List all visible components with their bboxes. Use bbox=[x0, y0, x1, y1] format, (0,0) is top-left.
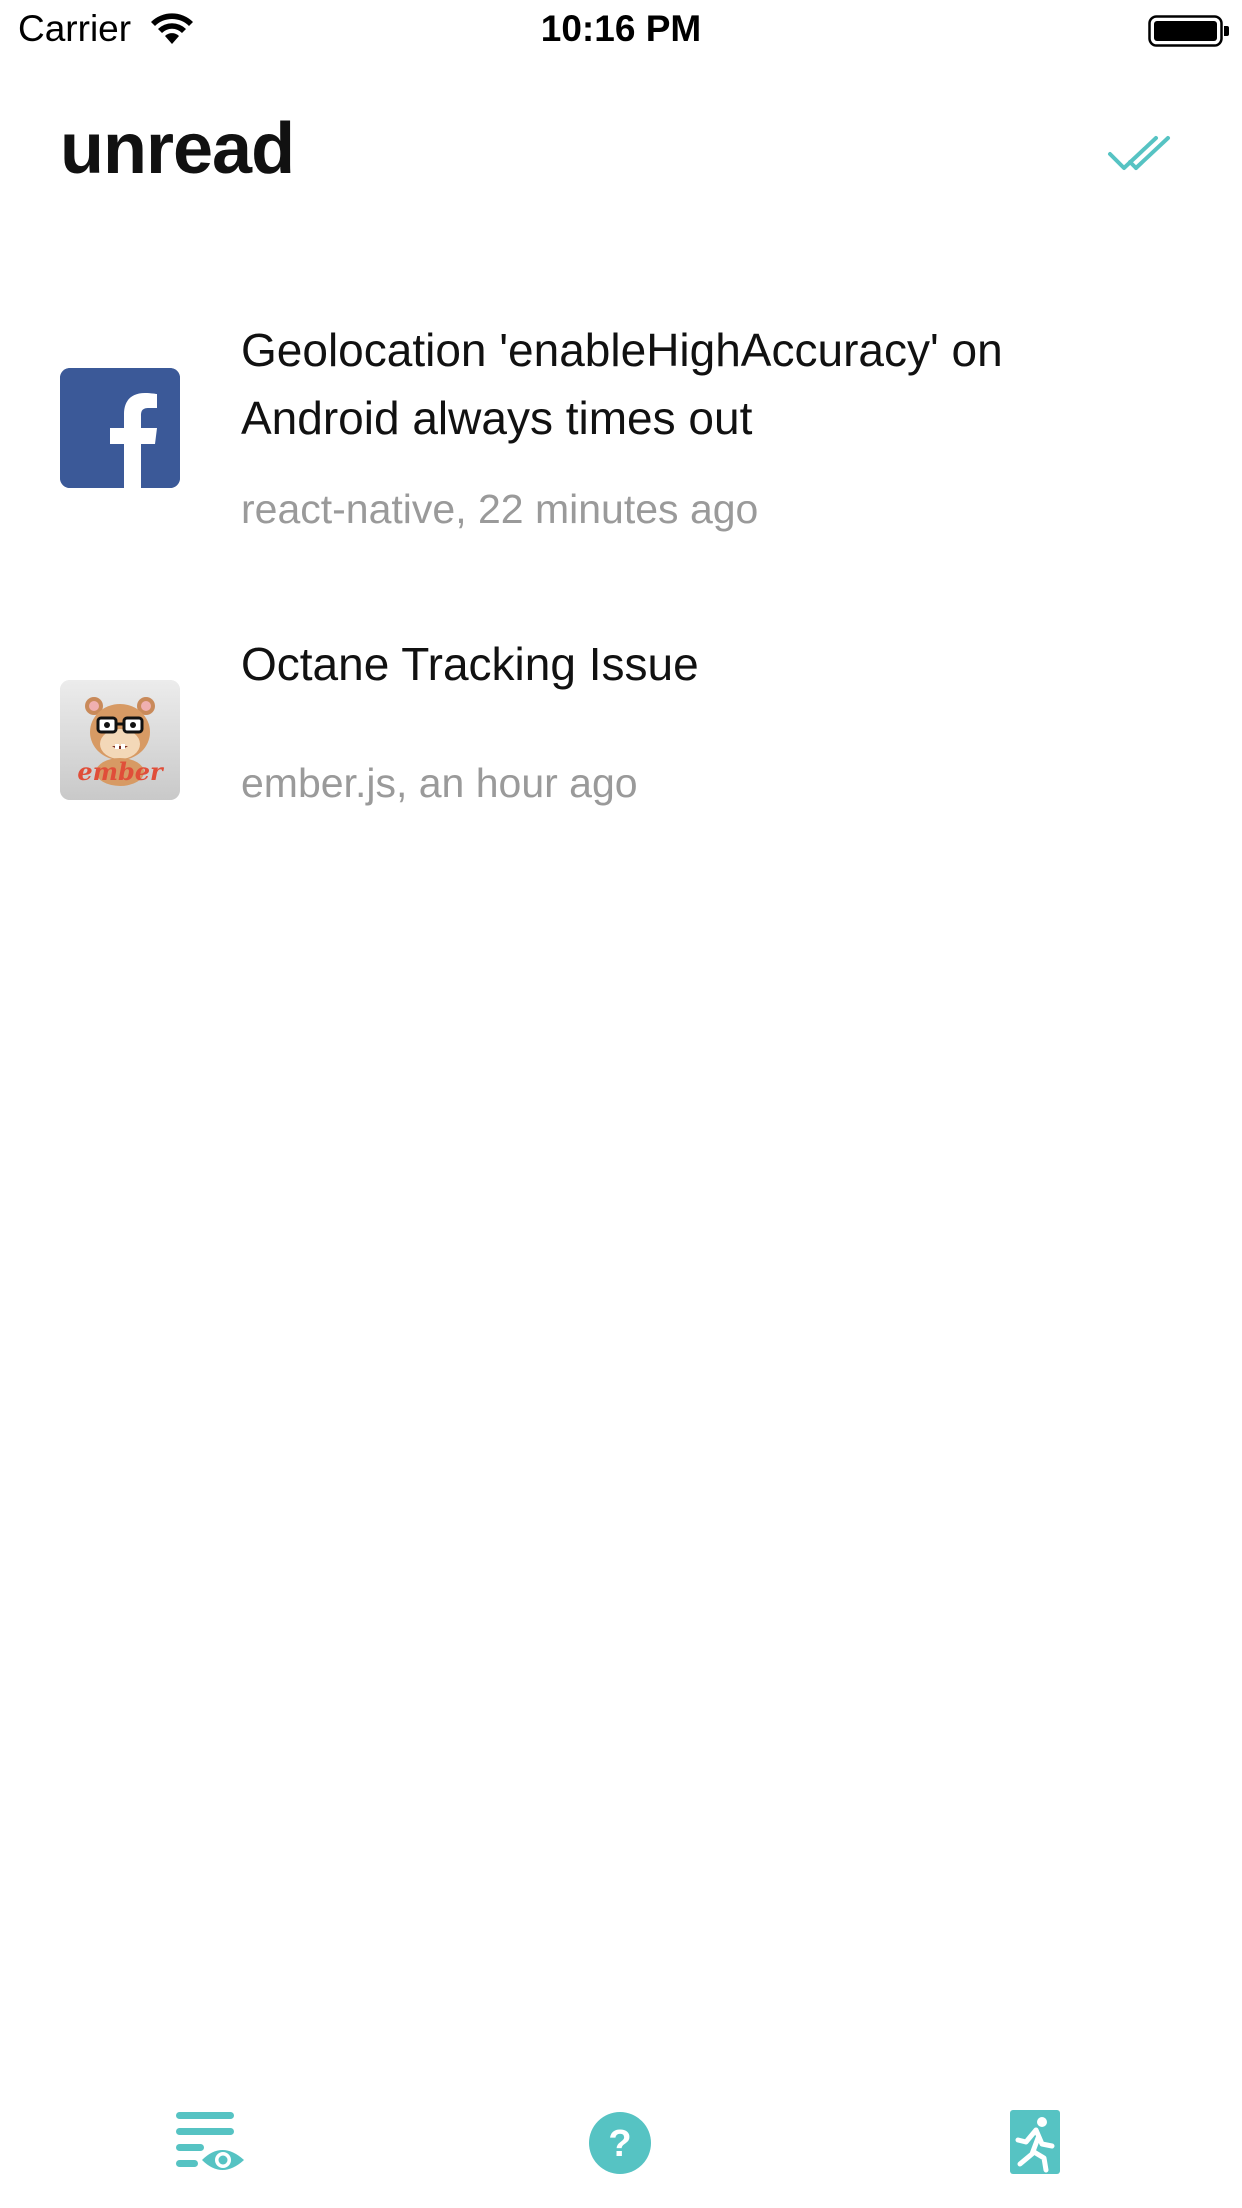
battery-icon bbox=[1148, 15, 1229, 47]
watching-list-icon[interactable] bbox=[166, 2098, 256, 2188]
notification-title: Octane Tracking Issue bbox=[241, 638, 699, 690]
notification-item[interactable]: ember Octane Tracking Issue ember.js, an… bbox=[0, 638, 1242, 860]
svg-text:ember: ember bbox=[77, 757, 165, 786]
svg-text:?: ? bbox=[608, 2123, 631, 2165]
facebook-logo-icon bbox=[60, 368, 180, 488]
status-bar: Carrier 10:16 PM bbox=[0, 0, 1242, 60]
notification-title: Geolocation 'enableHighAccuracy' on Andr… bbox=[241, 324, 1003, 444]
notification-item[interactable]: Geolocation 'enableHighAccuracy' on Andr… bbox=[0, 300, 1242, 560]
notification-meta: ember.js, an hour ago bbox=[241, 760, 638, 806]
notification-meta: react-native, 22 minutes ago bbox=[241, 486, 759, 532]
page-title: unread bbox=[60, 109, 295, 189]
help-icon[interactable]: ? bbox=[575, 2098, 665, 2188]
tab-bar: ? bbox=[0, 2078, 1242, 2208]
exit-icon[interactable] bbox=[990, 2098, 1080, 2188]
double-check-icon[interactable] bbox=[1106, 130, 1186, 180]
ember-logo-icon: ember bbox=[60, 680, 180, 800]
screen: Carrier 10:16 PM unread Geolocation 'ena… bbox=[0, 0, 1242, 2208]
clock: 10:16 PM bbox=[540, 8, 702, 49]
